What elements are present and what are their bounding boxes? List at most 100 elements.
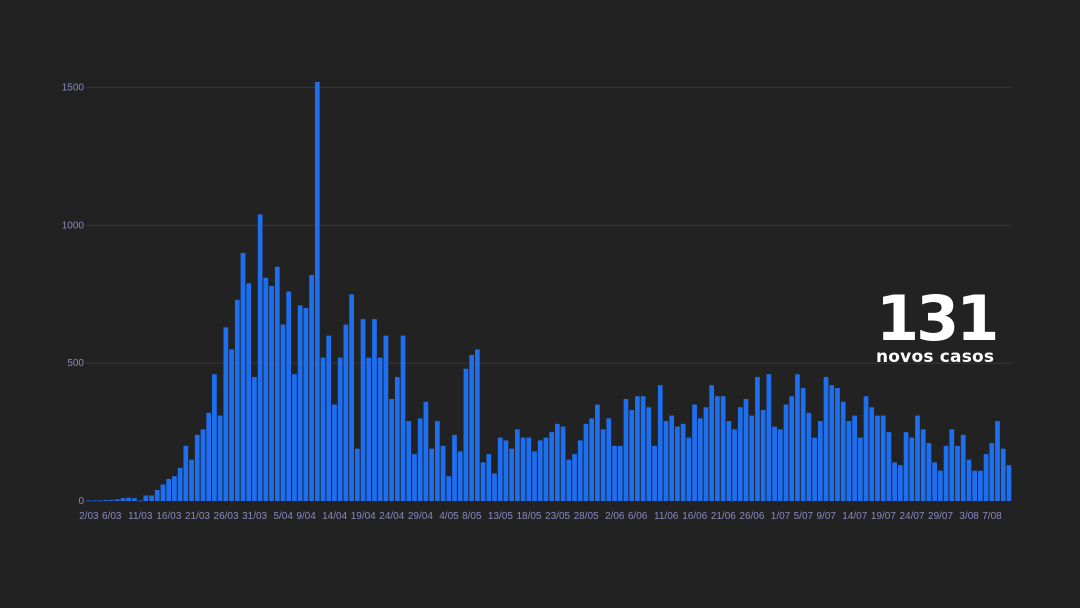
bar xyxy=(663,421,669,501)
x-tick-label: 21/06 xyxy=(711,511,736,522)
bar xyxy=(532,451,537,501)
bar xyxy=(354,448,360,501)
bar xyxy=(394,376,400,501)
bar xyxy=(206,412,212,501)
bar xyxy=(166,478,172,501)
bar xyxy=(326,335,332,502)
bar xyxy=(875,415,880,501)
bar xyxy=(955,445,960,502)
bar xyxy=(269,286,274,501)
x-tick-label: 14/04 xyxy=(322,511,347,522)
x-tick-label: 16/03 xyxy=(156,511,181,522)
x-tick-label: 26/06 xyxy=(739,511,764,522)
bar xyxy=(743,399,749,501)
bar xyxy=(549,432,555,501)
bar xyxy=(943,445,949,502)
bar xyxy=(366,357,372,501)
bar xyxy=(732,429,737,501)
chart-stage: 0 500 1000 1500 2/03 6/03 11/03 16/03 21/03 26/0… xyxy=(0,0,1080,608)
bar xyxy=(252,376,257,501)
y-tick-label: 1500 xyxy=(62,83,85,94)
bar xyxy=(303,308,309,501)
bar xyxy=(823,376,829,501)
bar xyxy=(812,437,817,501)
bar xyxy=(292,374,297,501)
x-tick-label: 13/05 xyxy=(488,511,513,522)
bar xyxy=(389,399,394,501)
bar xyxy=(783,404,789,501)
bar xyxy=(406,421,412,501)
bar xyxy=(114,499,120,501)
bar xyxy=(720,396,726,501)
bar xyxy=(503,440,509,501)
bar xyxy=(880,415,886,501)
bar xyxy=(480,462,486,501)
bar xyxy=(846,421,852,501)
x-tick-label: 11/03 xyxy=(128,511,153,522)
bar xyxy=(349,294,354,501)
bar xyxy=(154,489,160,501)
bar xyxy=(669,415,675,501)
bar xyxy=(172,476,177,501)
bar xyxy=(966,459,972,501)
bar xyxy=(257,214,263,501)
bar xyxy=(863,396,869,501)
x-tick-label: 5/04 xyxy=(273,511,293,522)
bar xyxy=(332,404,337,501)
new-cases-callout: 131 novos casos xyxy=(876,288,999,367)
bar xyxy=(909,437,915,501)
bar xyxy=(497,437,503,501)
bar xyxy=(726,421,732,501)
bar xyxy=(572,454,577,501)
x-tick-label: 2/03 xyxy=(79,511,99,522)
bar xyxy=(309,274,314,501)
bar xyxy=(903,432,909,501)
x-tick-label: 5/07 xyxy=(794,511,814,522)
bar xyxy=(526,437,532,501)
bar xyxy=(869,407,875,501)
bar xyxy=(800,387,806,501)
bar xyxy=(417,418,423,501)
bar xyxy=(543,437,549,501)
bar xyxy=(577,440,583,501)
bar xyxy=(978,470,983,501)
y-tick-label: 0 xyxy=(78,496,84,507)
bar xyxy=(617,445,623,502)
x-tick-label: 7/08 xyxy=(982,511,1002,522)
bar xyxy=(737,407,743,501)
bar xyxy=(989,443,995,501)
bar xyxy=(434,421,440,501)
bar xyxy=(1000,448,1006,501)
bar xyxy=(1006,465,1012,501)
bar xyxy=(143,495,149,501)
x-tick-label: 11/06 xyxy=(654,511,679,522)
bar xyxy=(600,429,606,501)
bar xyxy=(612,445,617,502)
x-tick-label: 6/06 xyxy=(628,511,648,522)
bar xyxy=(646,407,652,501)
bar xyxy=(440,445,446,502)
bar xyxy=(960,434,966,501)
bar xyxy=(246,283,252,501)
bar xyxy=(280,324,286,501)
bar xyxy=(234,299,240,501)
bar xyxy=(629,410,635,501)
bar xyxy=(377,357,383,501)
bar xyxy=(857,437,863,501)
x-tick-label: 29/04 xyxy=(408,511,433,522)
x-tick-label: 9/04 xyxy=(296,511,316,522)
bar xyxy=(972,470,978,501)
bar xyxy=(137,500,143,502)
bar xyxy=(675,426,680,501)
x-tick-label: 2/06 xyxy=(605,511,625,522)
bar xyxy=(520,437,526,501)
bar xyxy=(657,385,663,501)
bar xyxy=(623,399,629,501)
bar xyxy=(555,423,560,501)
bar xyxy=(635,396,640,501)
bar xyxy=(400,335,406,502)
bar xyxy=(589,418,595,501)
bar xyxy=(926,443,932,501)
bar xyxy=(423,401,429,501)
bar xyxy=(697,418,703,501)
